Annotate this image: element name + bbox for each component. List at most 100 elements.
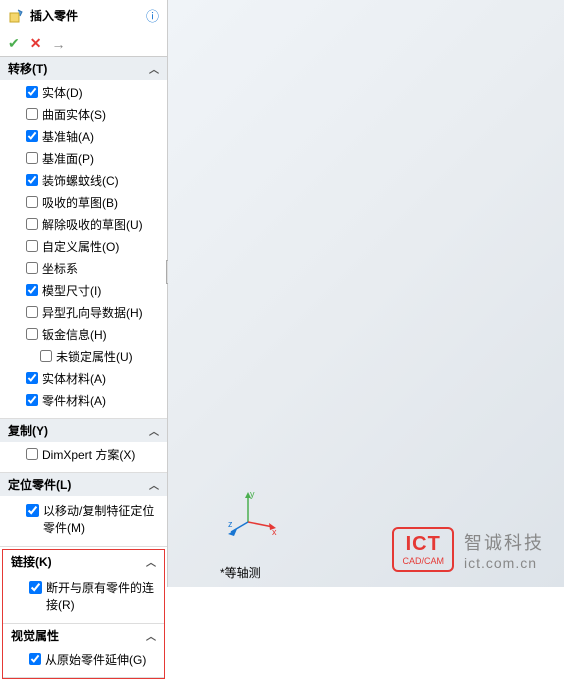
option-checkbox[interactable] — [26, 130, 38, 142]
section-visual-title: 视觉属性 — [11, 627, 59, 644]
option-label: 断开与原有零件的连接(R) — [46, 579, 156, 613]
option-checkbox[interactable] — [26, 394, 38, 406]
graphics-viewport[interactable]: y x z *等轴测 ICT CAD/CAM 智诚科技 ict.com.cn — [168, 0, 564, 587]
option-row: 基准面(P) — [0, 148, 167, 170]
pin-button[interactable]: → — [51, 36, 65, 52]
option-checkbox[interactable] — [26, 448, 38, 460]
cancel-button[interactable]: ✕ — [30, 35, 42, 52]
option-checkbox[interactable] — [26, 306, 38, 318]
option-checkbox[interactable] — [26, 504, 39, 517]
section-link-header[interactable]: 链接(K) ︿ — [3, 550, 164, 573]
section-copy-title: 复制(Y) — [8, 422, 48, 439]
section-transfer-header[interactable]: 转移(T) ︿ — [0, 57, 167, 80]
section-locate-header[interactable]: 定位零件(L) ︿ — [0, 473, 167, 496]
option-label: 实体材料(A) — [42, 370, 106, 388]
logo-cn: 智诚科技 — [464, 529, 544, 555]
option-row: 装饰螺蚊线(C) — [0, 170, 167, 192]
option-checkbox[interactable] — [40, 350, 52, 362]
collapse-icon: ︿ — [149, 61, 159, 76]
highlighted-sections: 链接(K) ︿ 断开与原有零件的连接(R) 视觉属性 ︿ 从原始零件延伸(G) — [2, 549, 165, 679]
option-checkbox[interactable] — [26, 284, 38, 296]
insert-part-icon — [8, 8, 24, 24]
logo-badge-sub: CAD/CAM — [402, 556, 444, 566]
option-checkbox[interactable] — [26, 372, 38, 384]
logo-en: ict.com.cn — [464, 555, 544, 571]
option-checkbox[interactable] — [26, 108, 38, 120]
panel-header: 插入零件 ⓘ — [0, 0, 167, 31]
option-checkbox[interactable] — [26, 218, 38, 230]
option-label: 基准轴(A) — [42, 128, 94, 146]
panel-title: 插入零件 — [30, 7, 140, 24]
option-label: 零件材料(A) — [42, 392, 106, 410]
option-label: 基准面(P) — [42, 150, 94, 168]
logo-text: 智诚科技 ict.com.cn — [464, 529, 544, 571]
option-row: 钣金信息(H) — [0, 324, 167, 346]
collapse-icon: ︿ — [149, 423, 159, 438]
view-status: *等轴测 — [220, 564, 261, 581]
option-checkbox[interactable] — [29, 653, 41, 665]
option-checkbox[interactable] — [26, 262, 38, 274]
svg-text:y: y — [250, 489, 255, 499]
option-checkbox[interactable] — [26, 196, 38, 208]
view-triad-icon: y x z — [228, 487, 278, 537]
section-copy: 复制(Y) ︿ DimXpert 方案(X) — [0, 419, 167, 473]
option-row: 自定义属性(O) — [0, 236, 167, 258]
section-copy-header[interactable]: 复制(Y) ︿ — [0, 419, 167, 442]
option-row: 实体材料(A) — [0, 368, 167, 390]
option-label: 自定义属性(O) — [42, 238, 119, 256]
option-label: 曲面实体(S) — [42, 106, 106, 124]
section-link: 链接(K) ︿ 断开与原有零件的连接(R) — [3, 550, 164, 624]
option-label: 钣金信息(H) — [42, 326, 107, 344]
action-bar: ✔ ✕ → — [0, 31, 167, 57]
option-label: 未锁定属性(U) — [56, 348, 133, 366]
ok-button[interactable]: ✔ — [8, 35, 20, 52]
option-row: 从原始零件延伸(G) — [3, 649, 164, 671]
option-row: 基准轴(A) — [0, 126, 167, 148]
option-label: DimXpert 方案(X) — [42, 446, 135, 464]
option-row: 未锁定属性(U) — [0, 346, 167, 368]
option-label: 吸收的草图(B) — [42, 194, 118, 212]
option-row: DimXpert 方案(X) — [0, 444, 167, 466]
option-label: 解除吸收的草图(U) — [42, 216, 143, 234]
option-checkbox[interactable] — [26, 152, 38, 164]
option-label: 以移动/复制特征定位零件(M) — [43, 502, 159, 536]
svg-text:z: z — [228, 519, 233, 529]
svg-text:x: x — [272, 527, 277, 537]
option-row: 曲面实体(S) — [0, 104, 167, 126]
option-row: 实体(D) — [0, 82, 167, 104]
option-label: 异型孔向导数据(H) — [42, 304, 143, 322]
watermark-logo: ICT CAD/CAM 智诚科技 ict.com.cn — [392, 527, 544, 572]
option-row: 断开与原有零件的连接(R) — [3, 575, 164, 617]
section-locate: 定位零件(L) ︿ 以移动/复制特征定位零件(M) — [0, 473, 167, 547]
section-link-title: 链接(K) — [11, 553, 52, 570]
logo-badge: ICT CAD/CAM — [392, 527, 454, 572]
option-checkbox[interactable] — [26, 174, 38, 186]
option-checkbox[interactable] — [26, 86, 38, 98]
option-checkbox[interactable] — [26, 328, 38, 340]
section-visual: 视觉属性 ︿ 从原始零件延伸(G) — [3, 624, 164, 678]
section-visual-header[interactable]: 视觉属性 ︿ — [3, 624, 164, 647]
section-transfer-title: 转移(T) — [8, 60, 47, 77]
section-transfer: 转移(T) ︿ 实体(D) 曲面实体(S) 基准轴(A) 基准面(P) 装饰螺蚊线(C)… — [0, 57, 167, 419]
option-label: 装饰螺蚊线(C) — [42, 172, 119, 190]
property-panel: 插入零件 ⓘ ✔ ✕ → 转移(T) ︿ 实体(D) 曲面实体(S) 基准轴(A) 基… — [0, 0, 168, 587]
option-row: 吸收的草图(B) — [0, 192, 167, 214]
option-checkbox[interactable] — [26, 240, 38, 252]
collapse-icon: ︿ — [146, 628, 156, 643]
collapse-icon: ︿ — [149, 477, 159, 492]
option-label: 实体(D) — [42, 84, 83, 102]
option-row: 异型孔向导数据(H) — [0, 302, 167, 324]
option-label: 从原始零件延伸(G) — [45, 651, 146, 669]
help-icon[interactable]: ⓘ — [146, 6, 159, 25]
option-row: 以移动/复制特征定位零件(M) — [0, 498, 167, 540]
collapse-icon: ︿ — [146, 554, 156, 569]
option-row: 解除吸收的草图(U) — [0, 214, 167, 236]
option-checkbox[interactable] — [29, 581, 42, 594]
option-row: 模型尺寸(I) — [0, 280, 167, 302]
logo-badge-main: ICT — [402, 533, 444, 556]
option-label: 坐标系 — [42, 260, 78, 278]
option-row: 零件材料(A) — [0, 390, 167, 412]
section-locate-title: 定位零件(L) — [8, 476, 71, 493]
option-label: 模型尺寸(I) — [42, 282, 101, 300]
option-row: 坐标系 — [0, 258, 167, 280]
